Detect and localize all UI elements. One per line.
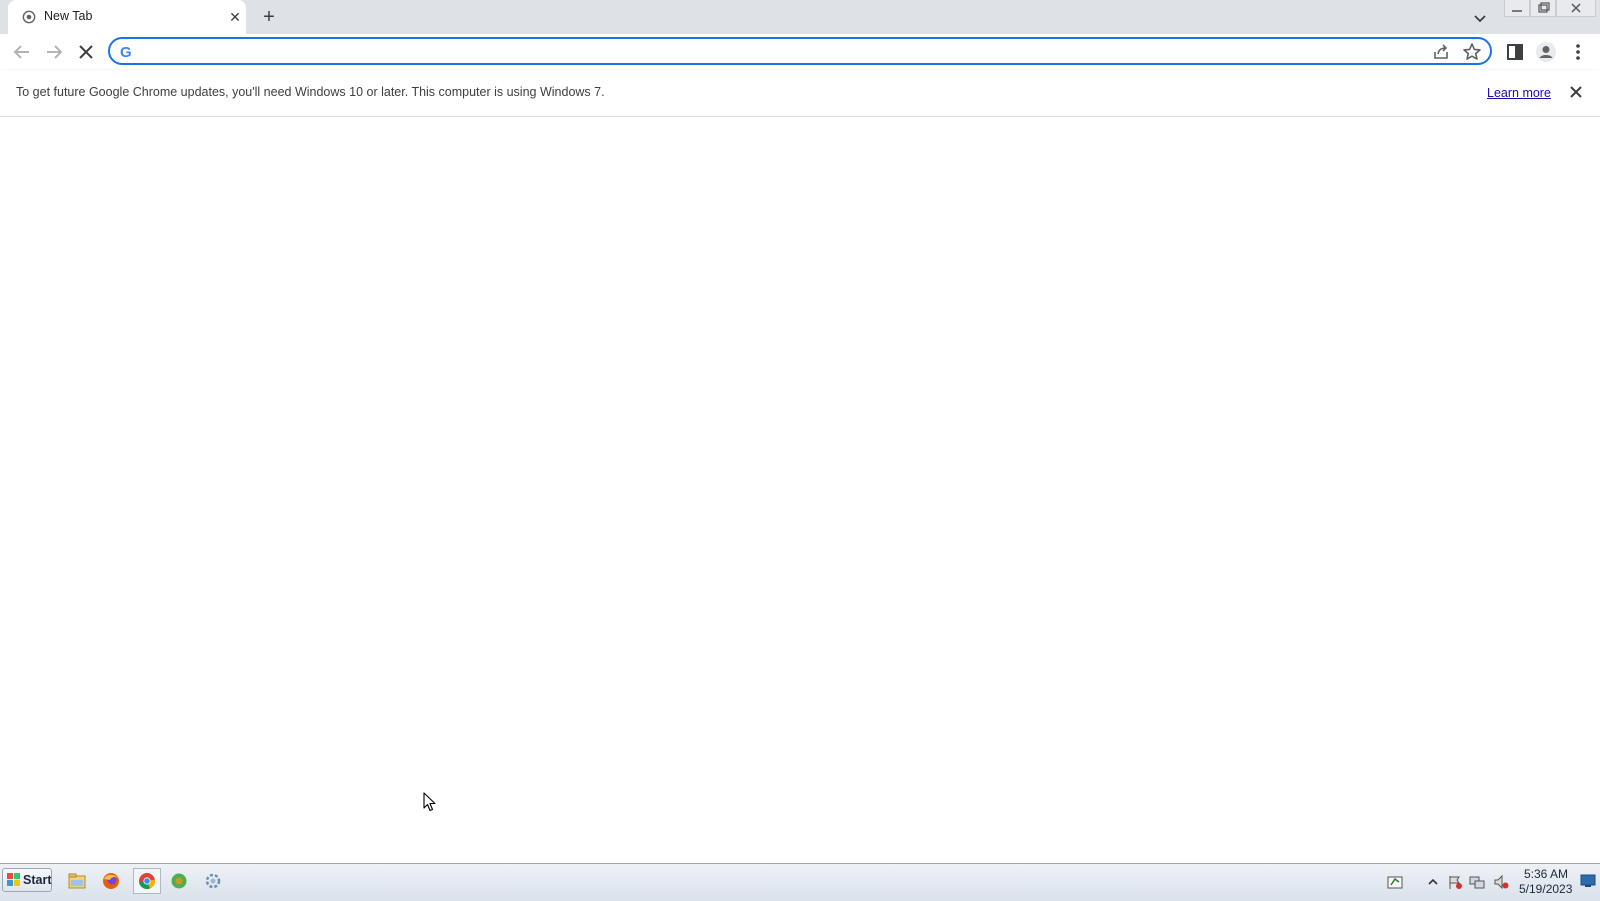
infobar-message: To get future Google Chrome updates, you… bbox=[16, 85, 605, 99]
address-bar[interactable]: G bbox=[108, 37, 1492, 65]
chrome-favicon-icon bbox=[22, 10, 36, 24]
action-center-note-icon[interactable] bbox=[1386, 873, 1404, 891]
minimize-icon bbox=[1512, 10, 1522, 12]
share-icon[interactable] bbox=[1430, 41, 1452, 63]
mouse-cursor-icon bbox=[423, 792, 436, 812]
stop-loading-icon[interactable] bbox=[74, 40, 98, 64]
tab-strip: New Tab ✕ + bbox=[0, 0, 1600, 34]
file-explorer-icon[interactable] bbox=[66, 870, 88, 892]
windows-logo-icon bbox=[7, 873, 20, 886]
infobar-close-icon[interactable] bbox=[1566, 82, 1586, 102]
back-arrow-icon[interactable] bbox=[10, 40, 34, 64]
profile-avatar-icon[interactable] bbox=[1534, 40, 1558, 64]
start-button[interactable]: Start bbox=[2, 868, 52, 892]
window-close-button[interactable] bbox=[1556, 0, 1596, 17]
side-panel-icon[interactable] bbox=[1504, 41, 1526, 63]
google-logo-icon: G bbox=[120, 44, 132, 61]
action-center-flag-icon[interactable] bbox=[1446, 873, 1464, 891]
tab-close-icon[interactable]: ✕ bbox=[226, 8, 244, 26]
browser-toolbar: G bbox=[0, 34, 1600, 70]
windows-taskbar: Start 5:36 AM 5/19/2023 bbox=[0, 863, 1600, 901]
update-infobar: To get future Google Chrome updates, you… bbox=[0, 70, 1600, 117]
window-minimize-button[interactable] bbox=[1504, 0, 1530, 17]
network-icon[interactable] bbox=[1468, 873, 1486, 891]
clock-date[interactable]: 5/19/2023 bbox=[1519, 882, 1572, 896]
page-content bbox=[0, 117, 1600, 863]
tab-new-tab[interactable]: New Tab ✕ bbox=[8, 0, 246, 34]
taskbar-chrome-button[interactable] bbox=[133, 868, 161, 894]
restore-icon bbox=[1538, 2, 1550, 13]
show-hidden-icons-chevron-icon[interactable] bbox=[1424, 873, 1442, 891]
settings-app-icon[interactable] bbox=[202, 870, 224, 892]
forward-arrow-icon[interactable] bbox=[42, 40, 66, 64]
new-tab-button[interactable]: + bbox=[258, 6, 280, 28]
kebab-menu-icon[interactable] bbox=[1568, 40, 1588, 64]
tab-title: New Tab bbox=[44, 9, 93, 23]
chrome-icon bbox=[139, 873, 156, 889]
tab-search-chevron-icon[interactable] bbox=[1470, 8, 1490, 28]
start-label: Start bbox=[23, 873, 52, 887]
firefox-icon[interactable] bbox=[100, 870, 122, 892]
learn-more-link[interactable]: Learn more bbox=[1487, 86, 1551, 100]
green-globe-app-icon[interactable] bbox=[168, 870, 190, 892]
window-restore-button[interactable] bbox=[1530, 0, 1556, 17]
show-desktop-icon[interactable] bbox=[1580, 874, 1596, 888]
address-input[interactable] bbox=[144, 41, 1398, 63]
volume-muted-icon[interactable] bbox=[1492, 873, 1510, 891]
clock-time[interactable]: 5:36 AM bbox=[1524, 867, 1568, 881]
bookmark-star-icon[interactable] bbox=[1461, 41, 1483, 63]
close-icon bbox=[1571, 3, 1581, 13]
